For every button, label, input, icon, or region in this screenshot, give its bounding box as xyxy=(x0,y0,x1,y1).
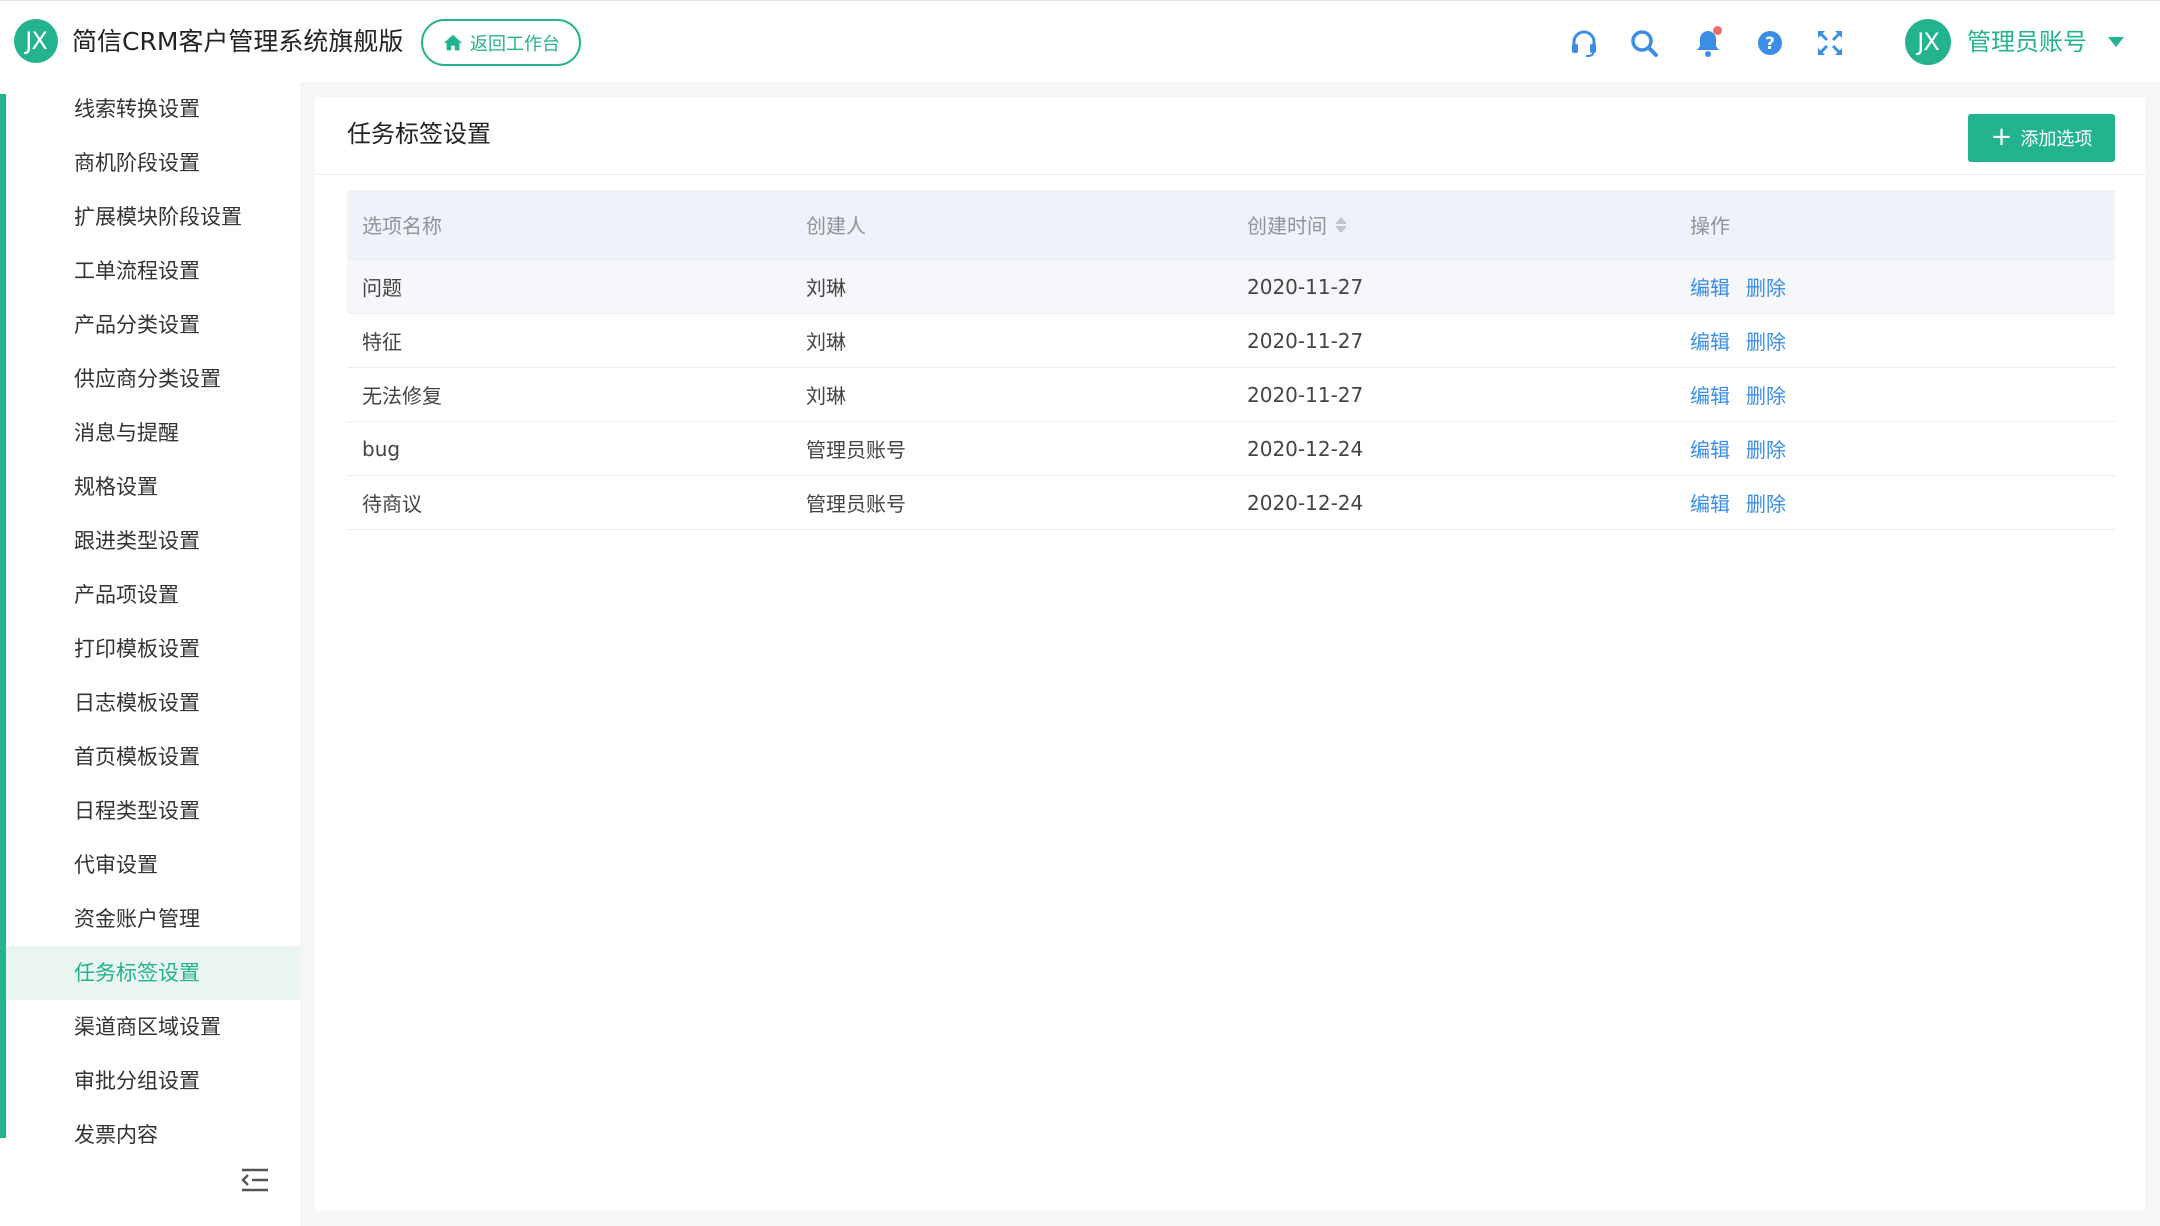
svg-text:?: ? xyxy=(1765,34,1775,54)
table-row: 无法修复 刘琳 2020-11-27 编辑 删除 xyxy=(347,368,2115,422)
sidebar-item[interactable]: 规格设置 xyxy=(6,460,300,514)
table-row: 特征 刘琳 2020-11-27 编辑 删除 xyxy=(347,314,2115,368)
delete-link[interactable]: 删除 xyxy=(1746,276,1786,300)
cell-created: 2020-12-24 xyxy=(1247,490,1364,515)
cell-actions: 编辑 删除 xyxy=(1675,380,2115,409)
sidebar-item[interactable]: 线索转换设置 xyxy=(6,82,300,136)
sidebar-item[interactable]: 任务标签设置 xyxy=(6,946,300,1000)
column-header-created[interactable]: 创建时间 xyxy=(1232,210,1675,239)
app-logo: JX xyxy=(14,19,58,63)
cell-name: 无法修复 xyxy=(362,384,442,408)
sidebar-item[interactable]: 代审设置 xyxy=(6,838,300,892)
sidebar-item[interactable]: 工单流程设置 xyxy=(6,244,300,298)
cell-actions: 编辑 删除 xyxy=(1675,272,2115,301)
collapse-menu-icon[interactable] xyxy=(240,1167,270,1193)
delete-link[interactable]: 删除 xyxy=(1746,330,1786,354)
edit-link[interactable]: 编辑 xyxy=(1690,492,1730,516)
sidebar-item[interactable]: 产品分类设置 xyxy=(6,298,300,352)
edit-link[interactable]: 编辑 xyxy=(1690,276,1730,300)
avatar[interactable]: JX xyxy=(1905,19,1951,65)
cell-created: 2020-11-27 xyxy=(1247,274,1364,299)
page-title: 任务标签设置 xyxy=(347,120,491,148)
sidebar-item[interactable]: 发票内容 xyxy=(6,1108,300,1144)
sidebar-item[interactable]: 日程类型设置 xyxy=(6,784,300,838)
headset-icon[interactable] xyxy=(1568,27,1600,59)
add-option-button[interactable]: + 添加选项 xyxy=(1968,114,2115,162)
plus-icon: + xyxy=(1990,122,2013,152)
sidebar-item[interactable]: 日志模板设置 xyxy=(6,676,300,730)
sidebar-item[interactable]: 资金账户管理 xyxy=(6,892,300,946)
top-bar: JX 简信CRM客户管理系统旗舰版 返回工作台 ? JX 管理员账号 xyxy=(0,0,2160,82)
sidebar-item[interactable]: 跟进类型设置 xyxy=(6,514,300,568)
cell-actions: 编辑 删除 xyxy=(1675,434,2115,463)
back-to-workbench-button[interactable]: 返回工作台 xyxy=(421,19,581,66)
cell-actions: 编辑 删除 xyxy=(1675,326,2115,355)
back-button-label: 返回工作台 xyxy=(470,33,560,55)
main-panel: 任务标签设置 + 添加选项 选项名称 创建人 创建时间 操作 问题 刘琳 2020-… xyxy=(315,97,2145,1211)
cell-creator: 管理员账号 xyxy=(806,492,906,516)
cell-created: 2020-12-24 xyxy=(1247,436,1364,461)
cell-name: bug xyxy=(362,436,401,461)
notification-badge xyxy=(1713,26,1722,35)
sidebar-menu[interactable]: 线索转换设置 商机阶段设置 扩展模块阶段设置 工单流程设置 产品分类设置 供应商分类设置消… xyxy=(6,82,300,1144)
panel-header: 任务标签设置 + 添加选项 xyxy=(315,97,2145,175)
column-header-name: 选项名称 xyxy=(362,214,442,238)
table-row: bug 管理员账号 2020-12-24 编辑 删除 xyxy=(347,422,2115,476)
table-header: 选项名称 创建人 创建时间 操作 xyxy=(347,190,2115,260)
tag-table: 选项名称 创建人 创建时间 操作 问题 刘琳 2020-11-27 编辑 删除 特征 刘琳 2… xyxy=(347,190,2115,530)
delete-link[interactable]: 删除 xyxy=(1746,438,1786,462)
cell-creator: 刘琳 xyxy=(806,330,846,354)
user-name[interactable]: 管理员账号 xyxy=(1967,25,2087,59)
sidebar-item[interactable]: 消息与提醒 xyxy=(6,406,300,460)
cell-creator: 刘琳 xyxy=(806,384,846,408)
cell-created: 2020-11-27 xyxy=(1247,328,1364,353)
sidebar-item[interactable]: 供应商分类设置 xyxy=(6,352,300,406)
home-icon xyxy=(443,34,463,50)
cell-name: 问题 xyxy=(362,276,402,300)
edit-link[interactable]: 编辑 xyxy=(1690,384,1730,408)
cell-creator: 管理员账号 xyxy=(806,438,906,462)
search-icon[interactable] xyxy=(1628,27,1660,59)
cell-name: 特征 xyxy=(362,330,402,354)
cell-name: 待商议 xyxy=(362,492,422,516)
table-row: 待商议 管理员账号 2020-12-24 编辑 删除 xyxy=(347,476,2115,530)
sidebar-item[interactable]: 首页模板设置 xyxy=(6,730,300,784)
bell-icon[interactable] xyxy=(1692,26,1724,59)
sidebar-item[interactable]: 扩展模块阶段设置 xyxy=(6,190,300,244)
sidebar-item[interactable]: 渠道商区域设置 xyxy=(6,1000,300,1054)
cell-actions: 编辑 删除 xyxy=(1675,488,2115,517)
delete-link[interactable]: 删除 xyxy=(1746,384,1786,408)
sidebar-item[interactable]: 商机阶段设置 xyxy=(6,136,300,190)
add-option-label: 添加选项 xyxy=(2020,129,2093,150)
delete-link[interactable]: 删除 xyxy=(1746,492,1786,516)
sidebar-item[interactable]: 审批分组设置 xyxy=(6,1054,300,1108)
app-title: 简信CRM客户管理系统旗舰版 xyxy=(72,27,404,56)
chevron-down-icon[interactable] xyxy=(2108,37,2124,47)
sidebar-item[interactable]: 打印模板设置 xyxy=(6,622,300,676)
edit-link[interactable]: 编辑 xyxy=(1690,330,1730,354)
fullscreen-icon[interactable] xyxy=(1814,27,1846,59)
help-icon[interactable]: ? xyxy=(1754,27,1786,59)
cell-creator: 刘琳 xyxy=(806,276,846,300)
column-header-created-label: 创建时间 xyxy=(1247,214,1327,238)
table-body: 问题 刘琳 2020-11-27 编辑 删除 特征 刘琳 2020-11-27 编辑 删除 无法修复… xyxy=(347,260,2115,530)
sort-icon[interactable] xyxy=(1335,216,1347,233)
column-header-actions: 操作 xyxy=(1690,214,1730,238)
column-header-creator: 创建人 xyxy=(806,214,866,238)
table-row: 问题 刘琳 2020-11-27 编辑 删除 xyxy=(347,260,2115,314)
sidebar-item[interactable]: 产品项设置 xyxy=(6,568,300,622)
cell-created: 2020-11-27 xyxy=(1247,382,1364,407)
edit-link[interactable]: 编辑 xyxy=(1690,438,1730,462)
sidebar: 线索转换设置 商机阶段设置 扩展模块阶段设置 工单流程设置 产品分类设置 供应商分类设置消… xyxy=(0,82,300,1226)
